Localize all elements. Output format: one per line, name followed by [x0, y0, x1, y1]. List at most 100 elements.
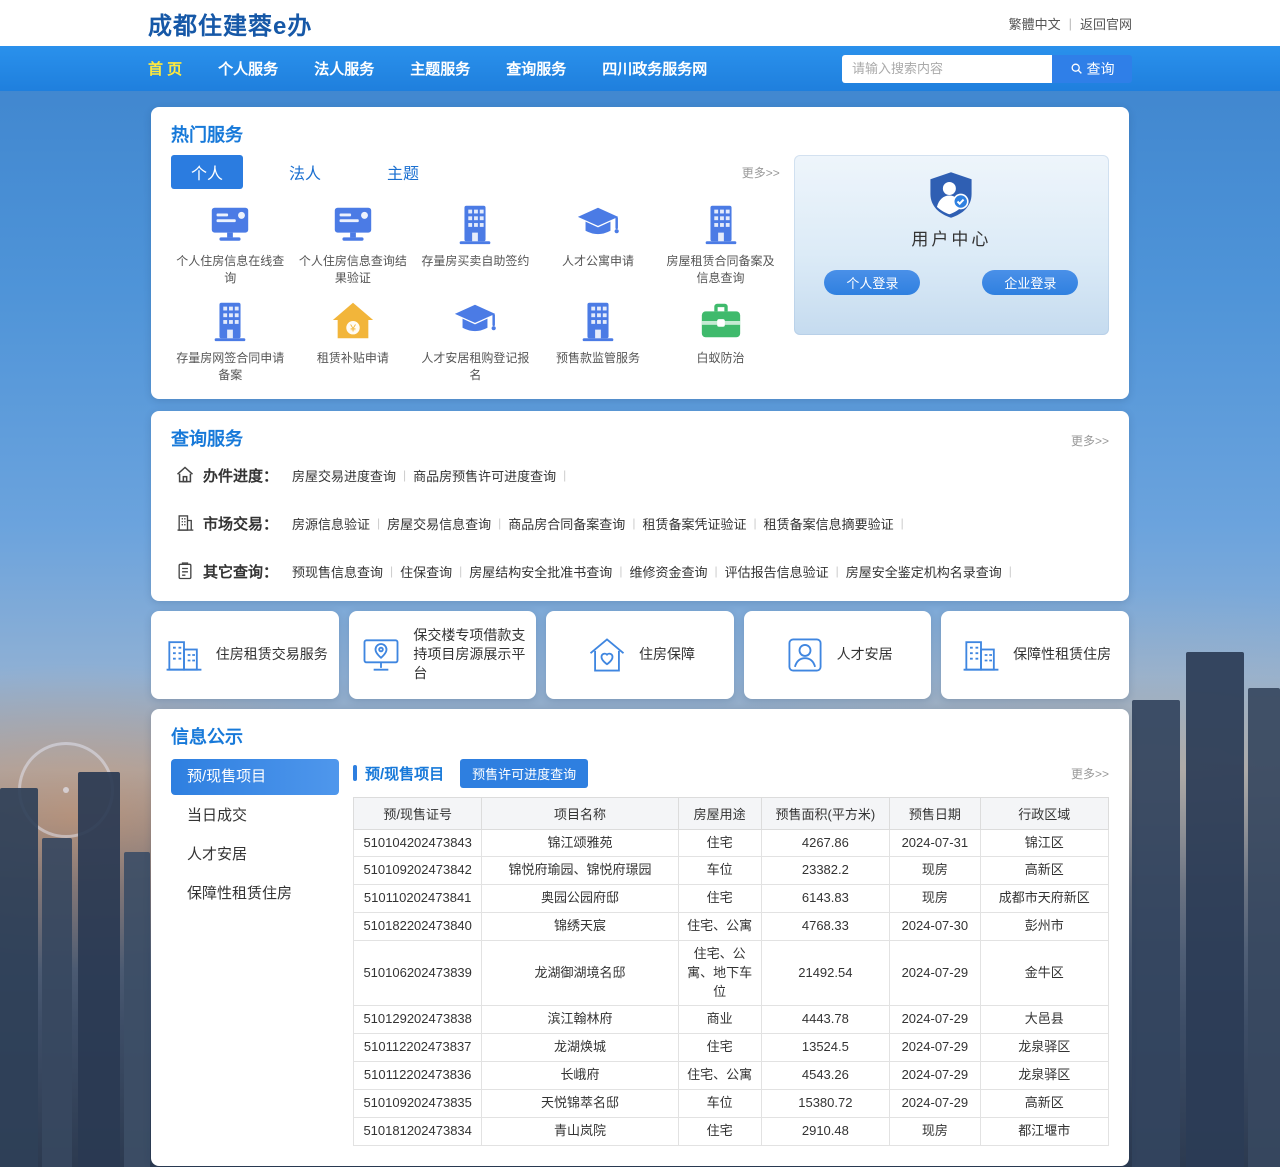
service-item[interactable]: 个人住房信息查询结果验证 [294, 201, 413, 288]
query-group-row: 市场交易：房源信息验证|房屋交易信息查询|商品房合同备案查询|租赁备案凭证验证|… [171, 499, 1109, 547]
tab-presale-projects[interactable]: 预/现售项目 [365, 763, 444, 784]
table-row[interactable]: 510104202473843锦江颂雅苑住宅4267.862024-07-31锦… [354, 829, 1109, 857]
monitor-icon [207, 201, 253, 247]
table-cell: 2024-07-29 [890, 940, 981, 1006]
service-item[interactable]: 人才公寓申请 [539, 201, 658, 288]
building-outline-icon [175, 513, 195, 533]
service-label: 个人住房信息在线查询 [171, 253, 290, 288]
query-link[interactable]: 房屋结构安全批准书查询 [469, 562, 612, 581]
table-row[interactable]: 510110202473841奥园公园府邸住宅6143.83现房成都市天府新区 [354, 885, 1109, 913]
separator: | [632, 516, 635, 530]
query-link[interactable]: 商品房预售许可进度查询 [413, 466, 556, 485]
info-menu-item-3[interactable]: 保障性租赁住房 [171, 876, 339, 912]
info-menu-item-1[interactable]: 当日成交 [171, 798, 339, 834]
table-cell: 13524.5 [761, 1034, 889, 1062]
main-navigation: 首 页 个人服务 法人服务 主题服务 查询服务 四川政务服务网 查询 [0, 46, 1280, 91]
hot-services-section: 热门服务 个人法人主题 更多>> 个人住房信息在线查询个人住房信息查询结果验证存… [151, 107, 1129, 399]
table-cell: 天悦锦萃名邸 [482, 1090, 678, 1118]
table-row[interactable]: 510112202473837龙湖焕城住宅13524.52024-07-29龙泉… [354, 1034, 1109, 1062]
quick-card-0[interactable]: 住房租赁交易服务 [151, 611, 339, 699]
quick-card-2[interactable]: 住房保障 [546, 611, 734, 699]
nav-item-4[interactable]: 查询服务 [506, 58, 566, 79]
table-row[interactable]: 510112202473836长峨府住宅、公寓4543.262024-07-29… [354, 1062, 1109, 1090]
service-item[interactable]: 个人住房信息在线查询 [171, 201, 290, 288]
query-link[interactable]: 租赁备案信息摘要验证 [764, 514, 894, 533]
traditional-chinese-link[interactable]: 繁體中文 [1009, 14, 1061, 33]
table-row[interactable]: 510106202473839龙湖御湖境名邸住宅、公寓、地下车位21492.54… [354, 940, 1109, 1006]
table-cell: 滨江翰林府 [482, 1006, 678, 1034]
tab-presale-permit-progress[interactable]: 预售许可进度查询 [460, 759, 588, 788]
search-input[interactable] [842, 55, 1052, 83]
separator: | [619, 564, 622, 578]
table-header-cell: 项目名称 [482, 797, 678, 829]
service-item[interactable]: 存量房买卖自助签约 [416, 201, 535, 288]
table-row[interactable]: 510182202473840锦绣天宸住宅、公寓4768.332024-07-3… [354, 913, 1109, 941]
query-link[interactable]: 房源信息验证 [292, 514, 370, 533]
table-cell: 510106202473839 [354, 940, 482, 1006]
service-item[interactable]: 预售款监管服务 [539, 298, 658, 385]
query-group-row: 办件进度：房屋交易进度查询|商品房预售许可进度查询| [171, 451, 1109, 499]
query-link[interactable]: 预现售信息查询 [292, 562, 383, 581]
hot-tab-1[interactable]: 法人 [269, 155, 341, 189]
table-cell: 住宅 [678, 1034, 761, 1062]
quick-card-1[interactable]: 保交楼专项借款支持项目房源展示平台 [349, 611, 537, 699]
user-center-panel: 用户中心 个人登录 企业登录 [794, 155, 1109, 335]
query-link[interactable]: 评估报告信息验证 [725, 562, 829, 581]
query-link[interactable]: 住保查询 [400, 562, 452, 581]
nav-item-1[interactable]: 个人服务 [218, 58, 278, 79]
query-link[interactable]: 房屋安全鉴定机构名录查询 [846, 562, 1002, 581]
search-icon [1070, 62, 1083, 75]
search-button[interactable]: 查询 [1052, 55, 1132, 83]
service-item[interactable]: ¥租赁补贴申请 [294, 298, 413, 385]
separator: | [1009, 564, 1012, 578]
nav-item-0[interactable]: 首 页 [148, 58, 182, 79]
service-item[interactable]: 存量房网签合同申请备案 [171, 298, 290, 385]
nav-search: 查询 [842, 55, 1132, 83]
table-row[interactable]: 510109202473835天悦锦萃名邸车位15380.722024-07-2… [354, 1090, 1109, 1118]
tab-accent-bar [353, 765, 357, 781]
table-row[interactable]: 510109202473842锦悦府瑜园、锦悦府璟园车位23382.2现房高新区 [354, 857, 1109, 885]
query-link[interactable]: 房屋交易信息查询 [387, 514, 491, 533]
query-groups: 办件进度：房屋交易进度查询|商品房预售许可进度查询| 市场交易： 房源信息验证 | 房屋… [171, 451, 1109, 595]
query-link[interactable]: 维修资金查询 [629, 562, 707, 581]
separator: | [714, 564, 717, 578]
query-services-section: 查询服务 更多>> 办件进度：房屋交易进度查询|商品房预售许可进度查询|市场交易… [151, 411, 1129, 601]
table-cell: 车位 [678, 857, 761, 885]
table-cell: 龙泉驿区 [980, 1034, 1108, 1062]
query-link[interactable]: 租赁备案凭证验证 [642, 514, 746, 533]
hot-tab-0[interactable]: 个人 [171, 155, 243, 189]
hot-tab-2[interactable]: 主题 [367, 155, 439, 189]
query-group-label: 市场交易： [203, 513, 278, 534]
hot-services-grid: 个人住房信息在线查询个人住房信息查询结果验证存量房买卖自助签约人才公寓申请房屋租… [171, 201, 780, 385]
service-item[interactable]: 人才安居租购登记报名 [416, 298, 535, 385]
info-disclosure-more-link[interactable]: 更多>> [1071, 765, 1109, 782]
query-link[interactable]: 房屋交易进度查询 [292, 466, 396, 485]
info-menu-item-0[interactable]: 预/现售项目 [171, 759, 339, 795]
info-menu-item-2[interactable]: 人才安居 [171, 837, 339, 873]
nav-item-3[interactable]: 主题服务 [410, 58, 470, 79]
service-item[interactable]: 房屋租赁合同备案及信息查询 [661, 201, 780, 288]
enterprise-login-button[interactable]: 企业登录 [982, 270, 1078, 295]
query-services-more-link[interactable]: 更多>> [1071, 432, 1109, 449]
personal-login-button[interactable]: 个人登录 [824, 270, 920, 295]
quick-card-label: 住房租赁交易服务 [216, 645, 328, 664]
nav-item-5[interactable]: 四川政务服务网 [602, 58, 707, 79]
table-header-cell: 预售日期 [890, 797, 981, 829]
quick-card-4[interactable]: 保障性租赁住房 [941, 611, 1129, 699]
table-cell: 2024-07-29 [890, 1090, 981, 1118]
quick-card-3[interactable]: 人才安居 [744, 611, 932, 699]
table-cell: 现房 [890, 885, 981, 913]
hot-services-more-link[interactable]: 更多>> [742, 164, 780, 181]
table-cell: 4267.86 [761, 829, 889, 857]
table-row[interactable]: 510129202473838滨江翰林府商业4443.782024-07-29大… [354, 1006, 1109, 1034]
official-site-link[interactable]: 返回官网 [1080, 14, 1132, 33]
query-link[interactable]: 商品房合同备案查询 [508, 514, 625, 533]
table-row[interactable]: 510181202473834青山岚院住宅2910.48现房都江堰市 [354, 1117, 1109, 1145]
hot-services-title: 热门服务 [171, 121, 1109, 147]
building-silhouette [1186, 652, 1244, 1167]
service-item[interactable]: 白蚁防治 [661, 298, 780, 385]
table-cell: 高新区 [980, 1090, 1108, 1118]
table-cell: 现房 [890, 1117, 981, 1145]
service-label: 人才安居租购登记报名 [416, 350, 535, 385]
nav-item-2[interactable]: 法人服务 [314, 58, 374, 79]
